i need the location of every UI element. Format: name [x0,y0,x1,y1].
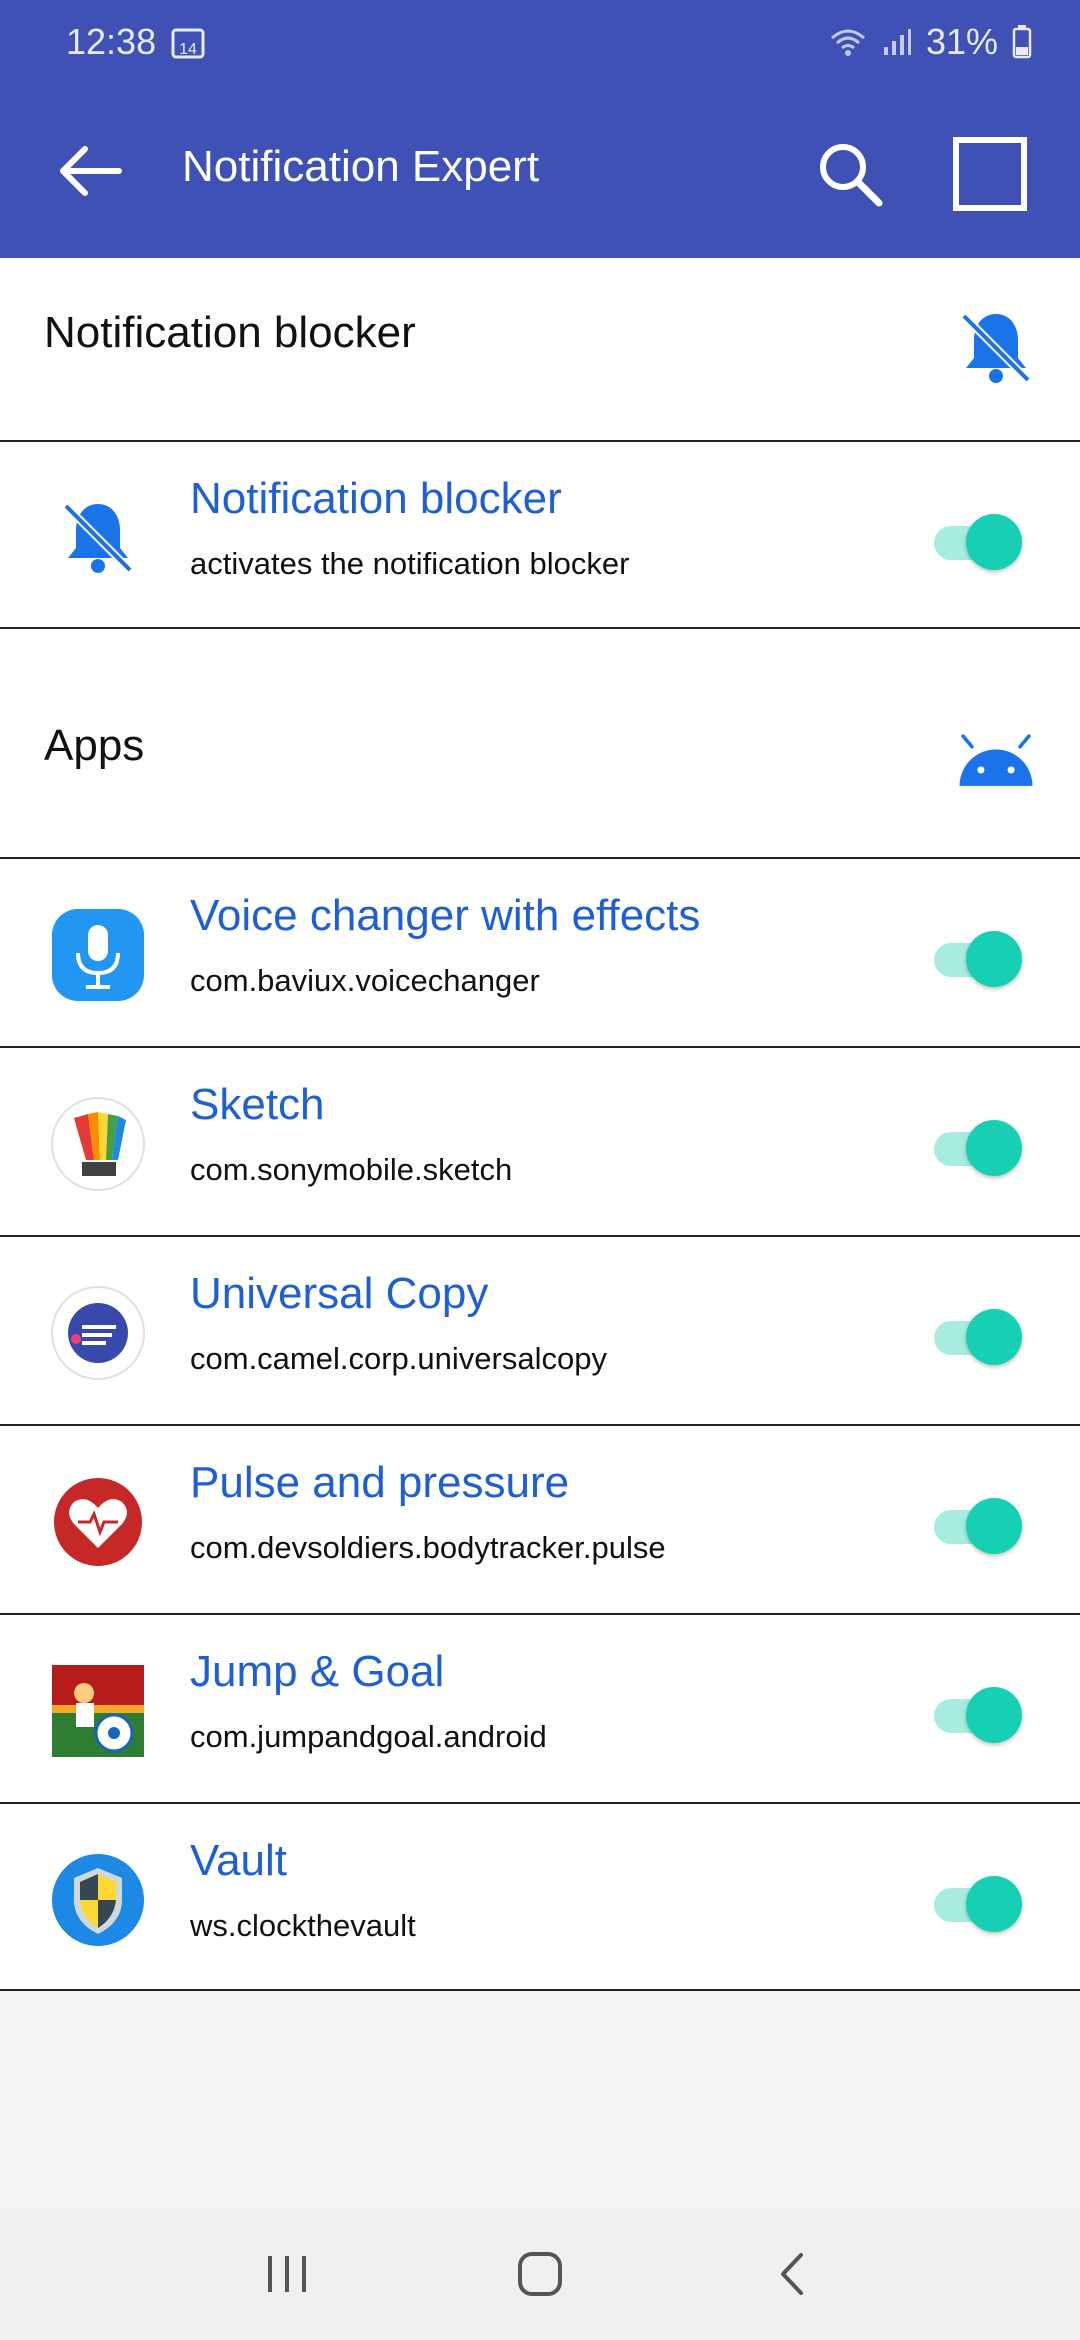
status-bar: 12:38 14 31% [0,0,1080,84]
toggle-thumb [966,1120,1022,1176]
list-item-app[interactable]: Voice changer with effects com.baviux.vo… [0,857,1080,1046]
list-item-title: Sketch [190,1080,325,1129]
bell-off-icon [48,488,148,588]
heart-pulse-app-icon [48,1472,148,1572]
microphone-app-icon [48,905,148,1005]
signal-icon [882,27,912,57]
checkbox-icon [953,137,1027,211]
soccer-app-icon [48,1661,148,1761]
list-item-title: Jump & Goal [190,1647,445,1696]
recents-icon [267,2256,306,2292]
calendar-badge: 14 [179,41,197,58]
list-item-app[interactable]: Vault ws.clockthevault [0,1802,1080,1991]
section-title: Notification blocker [44,308,416,357]
list-item-title: Vault [190,1836,288,1885]
page-title: Notification Expert [182,142,540,191]
universal-copy-app-icon [48,1283,148,1383]
wifi-icon [828,26,868,58]
system-nav-bar [0,2208,1080,2340]
list-item-title: Universal Copy [190,1269,489,1318]
battery-icon [1012,25,1032,59]
list-item-app[interactable]: Universal Copy com.camel.corp.universalc… [0,1235,1080,1424]
toggle-thumb [966,1876,1022,1932]
battery-percent: 31% [925,21,998,62]
list-item-app[interactable]: Jump & Goal com.jumpandgoal.android [0,1613,1080,1802]
home-button[interactable] [495,2229,585,2319]
list-item-subtitle: com.jumpandgoal.android [190,1719,547,1754]
recents-button[interactable] [242,2229,332,2319]
app-toggle[interactable] [930,929,1022,989]
select-all-checkbox[interactable] [950,134,1030,214]
status-time: 12:38 [66,21,157,62]
app-toggle[interactable] [930,1307,1022,1367]
list-item-title: Notification blocker [190,474,562,523]
app-toggle[interactable] [930,1685,1022,1745]
list-item-title: Pulse and pressure [190,1458,570,1507]
list-item-subtitle: com.sonymobile.sketch [190,1152,513,1187]
list-item-subtitle: com.devsoldiers.bodytracker.pulse [190,1530,666,1565]
bell-off-icon [956,308,1036,388]
list-item-notification-blocker[interactable]: Notification blocker activates the notif… [0,440,1080,629]
list-item-app[interactable]: Sketch com.sonymobile.sketch [0,1046,1080,1235]
chevron-left-icon [781,2253,804,2295]
home-icon [517,2252,562,2296]
toggle-thumb [966,514,1022,570]
search-button[interactable] [810,134,890,214]
list-item-subtitle: ws.clockthevault [190,1908,416,1943]
app-toggle[interactable] [930,1496,1022,1556]
calendar-icon: 14 [170,24,206,60]
toggle-thumb [966,1309,1022,1365]
content-list: Notification blocker Notification blocke… [0,258,1080,1991]
apps-section-header: Apps [0,629,1080,857]
search-icon [820,144,883,207]
android-icon [956,721,1036,801]
list-item-app[interactable]: Pulse and pressure com.devsoldiers.bodyt… [0,1424,1080,1613]
back-button[interactable] [50,136,130,206]
notification-blocker-toggle[interactable] [930,512,1022,572]
shield-app-icon [48,1850,148,1950]
sketch-app-icon [48,1094,148,1194]
list-item-subtitle: com.camel.corp.universalcopy [190,1341,607,1376]
app-toggle[interactable] [930,1874,1022,1934]
list-item-title: Voice changer with effects [190,891,701,940]
list-item-subtitle: activates the notification blocker [190,546,630,581]
toggle-thumb [966,1687,1022,1743]
blocker-section-header: Notification blocker [0,258,1080,440]
arrow-left-icon [60,146,122,196]
toggle-thumb [966,931,1022,987]
list-item-subtitle: com.baviux.voicechanger [190,963,540,998]
app-toggle[interactable] [930,1118,1022,1178]
back-nav-button[interactable] [748,2229,838,2319]
app-bar: Notification Expert [0,84,1080,258]
toggle-thumb [966,1498,1022,1554]
section-title: Apps [44,721,145,770]
